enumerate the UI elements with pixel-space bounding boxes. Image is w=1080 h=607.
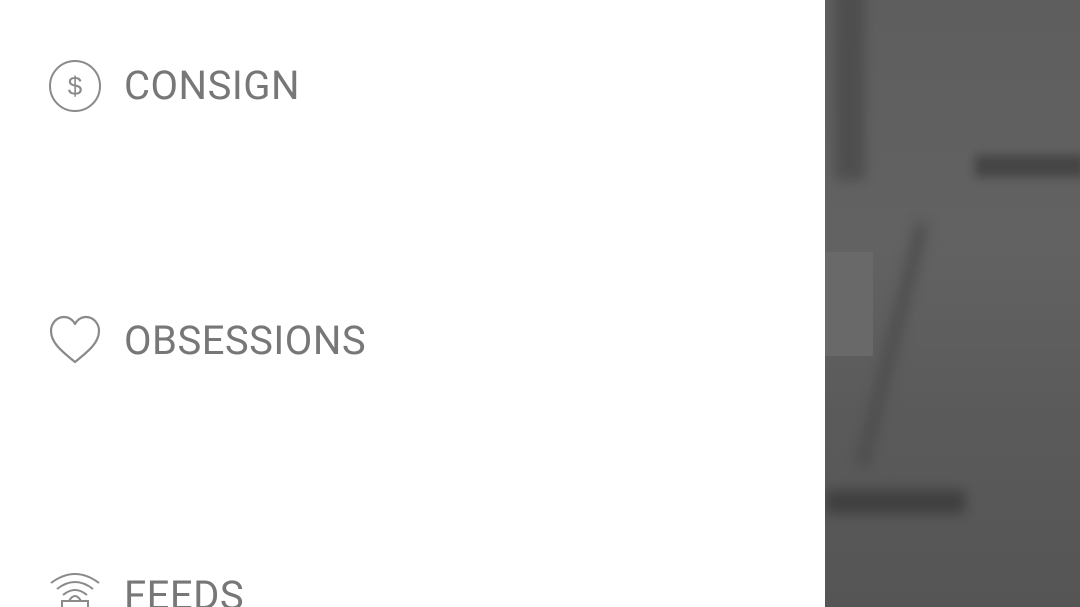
menu-item-feeds[interactable]: FEEDS [48,566,244,607]
background-content-tile [825,252,873,356]
svg-text:$: $ [68,71,83,101]
background-image-detail [825,490,965,514]
menu-item-label: CONSIGN [124,62,300,109]
menu-item-label: OBSESSIONS [124,317,367,364]
menu-item-obsessions[interactable]: OBSESSIONS [48,311,366,371]
menu-item-consign[interactable]: $ CONSIGN [48,56,300,116]
menu-item-label: FEEDS [124,572,245,607]
navigation-drawer: $ CONSIGN OBSESSIONS FEEDS [0,0,825,607]
dollar-circle-icon: $ [48,59,102,113]
shopping-bag-signal-icon [48,569,102,607]
heart-icon [48,314,102,368]
background-image-detail [835,0,865,180]
background-image-detail [975,155,1080,177]
dimmed-content-scrim[interactable] [825,0,1080,607]
app-screen: $ CONSIGN OBSESSIONS FEEDS [0,0,1080,607]
